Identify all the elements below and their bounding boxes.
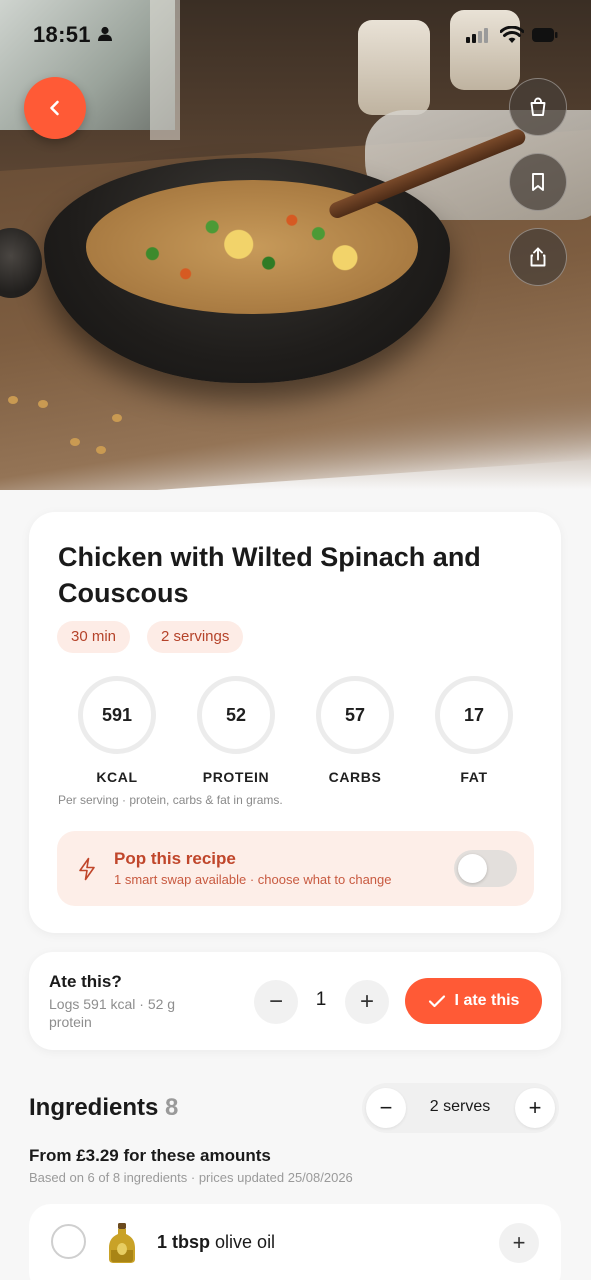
ingredient-name: olive oil [215,1232,276,1252]
serves-label: 2 serves [429,1098,491,1115]
decrease-serves-button[interactable]: − [366,1088,406,1128]
macro-value: 57 [316,676,394,754]
price-note: Based on 6 of 8 ingredients · prices upd… [29,1170,353,1185]
macro-label: FAT [460,769,488,785]
lightning-icon [79,857,95,881]
bookmark-icon [532,173,544,191]
pop-recipe-panel: Pop this recipe 1 smart swap available ·… [57,831,534,906]
ate-this-card: Ate this? Logs 591 kcal · 52 g protein −… [29,952,561,1050]
increase-quantity-button[interactable]: + [345,980,389,1024]
pop-title: Pop this recipe [114,849,236,868]
olive-oil-bottle-icon [109,1223,135,1263]
servings-pill: 2 servings [147,621,244,653]
ingredients-title: Ingredients [29,1094,159,1121]
wifi-icon [500,26,524,43]
ingredients-heading: Ingredients 8 [29,1094,178,1122]
add-ingredient-button[interactable]: + [499,1223,539,1263]
ingredient-text: 1 tbsp olive oil [157,1232,275,1253]
signal-icon [466,28,488,43]
i-ate-this-label: I ate this [454,992,520,1009]
macro-fat: 17 FAT [429,676,519,785]
hero-image [0,0,591,490]
shopping-bag-button[interactable] [509,78,567,136]
status-time: 18:51 [33,22,91,47]
macro-value: 17 [435,676,513,754]
pop-subtitle: 1 smart swap available · choose what to … [114,872,392,887]
ingredients-count: 8 [165,1094,179,1121]
ate-subtitle: Logs 591 kcal · 52 g protein [49,996,176,1030]
macro-value: 52 [197,676,275,754]
chevron-left-icon [50,100,59,116]
macro-carbs: 57 CARBS [310,676,400,785]
ate-question: Ate this? [49,972,122,991]
time-pill: 30 min [57,621,131,653]
increase-serves-button[interactable]: + [515,1088,555,1128]
checkmark-icon [428,995,445,1008]
quantity-value: 1 [315,989,327,1010]
recipe-title: Chicken with Wilted Spinach and Couscous [58,542,481,608]
toggle-knob [458,854,487,883]
macro-note: Per serving · protein, carbs & fat in gr… [58,793,283,807]
recipe-card: Chicken with Wilted Spinach and Couscous… [29,512,561,933]
person-icon [98,26,112,41]
share-button[interactable] [509,228,567,286]
i-ate-this-button[interactable]: I ate this [405,978,542,1024]
shopping-bag-icon [530,97,546,116]
share-icon [530,247,546,267]
back-button[interactable] [24,77,86,139]
macro-label: CARBS [328,769,382,785]
macro-label: PROTEIN [202,769,270,785]
serves-stepper: − 2 serves + [362,1083,559,1133]
status-bar: 18:51 [0,0,591,70]
decrease-quantity-button[interactable]: − [254,980,298,1024]
ingredient-row: 1 tbsp olive oil + [29,1204,561,1280]
bookmark-button[interactable] [509,153,567,211]
macro-protein: 52 PROTEIN [191,676,281,785]
battery-icon [532,28,558,42]
macro-kcal: 591 KCAL [72,676,162,785]
ingredient-quantity: 1 tbsp [157,1232,211,1252]
macro-label: KCAL [96,769,138,785]
price-summary: From £3.29 for these amounts [29,1146,271,1165]
macro-value: 591 [78,676,156,754]
pop-toggle[interactable] [454,850,517,887]
ingredient-checkbox[interactable] [51,1224,86,1259]
